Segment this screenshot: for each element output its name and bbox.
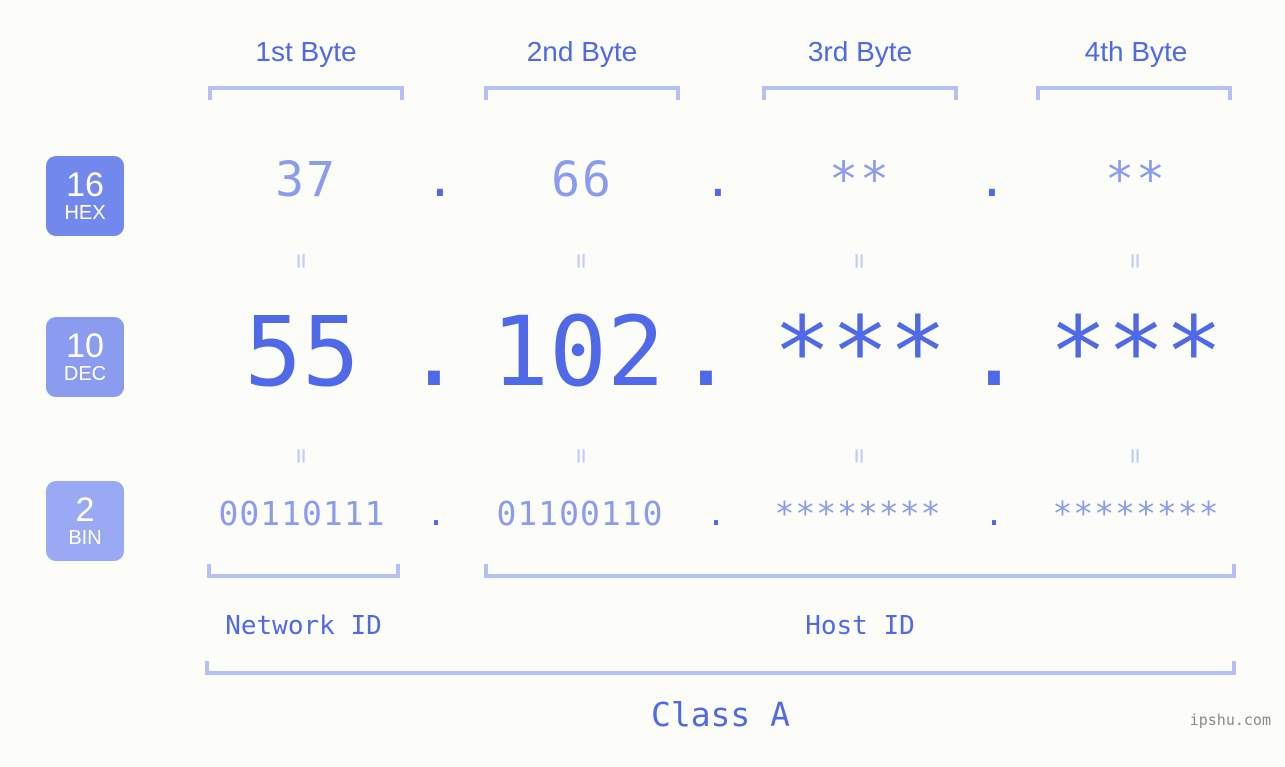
hex-separator-2: . bbox=[703, 152, 733, 208]
equals-connector-hex-dec-4: = bbox=[1120, 253, 1150, 269]
site-watermark: ipshu.com bbox=[1189, 711, 1271, 729]
byte-bracket-4 bbox=[1036, 86, 1232, 100]
base-badge-hex: 16 HEX bbox=[46, 156, 124, 236]
bin-separator-2: . bbox=[706, 494, 726, 533]
bin-byte-4-value: ******** bbox=[1052, 494, 1220, 533]
host-id-bracket bbox=[484, 564, 1236, 578]
byte-header-2: 2nd Byte bbox=[526, 36, 638, 67]
equals-connector-dec-bin-3: = bbox=[844, 448, 874, 464]
dec-separator-1: . bbox=[405, 296, 463, 408]
hex-byte-3-value: ** bbox=[829, 152, 891, 208]
host-id-label: Host ID bbox=[805, 611, 915, 641]
byte-bracket-3 bbox=[762, 86, 958, 100]
hex-separator-3: . bbox=[977, 152, 1007, 208]
base-badge-bin-label: BIN bbox=[68, 527, 102, 549]
equals-connector-dec-bin-1: = bbox=[286, 448, 316, 464]
byte-header-3: 3rd Byte bbox=[807, 36, 913, 67]
network-id-bracket bbox=[207, 564, 400, 578]
base-badge-bin: 2 BIN bbox=[46, 481, 124, 561]
base-badge-hex-label: HEX bbox=[64, 202, 106, 224]
dec-byte-2-value: 102 bbox=[491, 296, 665, 408]
dec-separator-3: . bbox=[965, 296, 1023, 408]
dec-byte-1-value: 55 bbox=[244, 296, 360, 408]
base-badge-dec-number: 10 bbox=[66, 327, 104, 365]
base-badge-dec: 10 DEC bbox=[46, 317, 124, 397]
hex-separator-1: . bbox=[425, 152, 455, 208]
hex-byte-2-value: 66 bbox=[551, 152, 613, 208]
class-label: Class A bbox=[650, 695, 791, 734]
dec-byte-4-value: *** bbox=[1049, 296, 1223, 408]
bin-byte-2-value: 01100110 bbox=[496, 494, 664, 533]
dec-byte-3-value: *** bbox=[773, 296, 947, 408]
byte-header-1: 1st Byte bbox=[255, 36, 357, 67]
equals-connector-dec-bin-2: = bbox=[566, 448, 596, 464]
equals-connector-hex-dec-2: = bbox=[566, 253, 596, 269]
class-bracket bbox=[205, 661, 1236, 675]
byte-header-4: 4th Byte bbox=[1084, 36, 1188, 67]
base-badge-hex-number: 16 bbox=[66, 166, 104, 204]
byte-bracket-1 bbox=[208, 86, 404, 100]
bin-separator-3: . bbox=[984, 494, 1004, 533]
ip-address-breakdown-diagram: 1st Byte 2nd Byte 3rd Byte 4th Byte 16 H… bbox=[0, 0, 1285, 767]
hex-byte-1-value: 37 bbox=[275, 152, 337, 208]
dec-separator-2: . bbox=[677, 296, 735, 408]
bin-separator-1: . bbox=[426, 494, 446, 533]
hex-byte-4-value: ** bbox=[1105, 152, 1167, 208]
equals-connector-dec-bin-4: = bbox=[1120, 448, 1150, 464]
bin-byte-1-value: 00110111 bbox=[218, 494, 386, 533]
base-badge-bin-number: 2 bbox=[75, 491, 95, 529]
network-id-label: Network ID bbox=[225, 611, 382, 641]
equals-connector-hex-dec-3: = bbox=[844, 253, 874, 269]
equals-connector-hex-dec-1: = bbox=[286, 253, 316, 269]
byte-bracket-2 bbox=[484, 86, 680, 100]
base-badge-dec-label: DEC bbox=[63, 363, 107, 385]
bin-byte-3-value: ******** bbox=[774, 494, 942, 533]
